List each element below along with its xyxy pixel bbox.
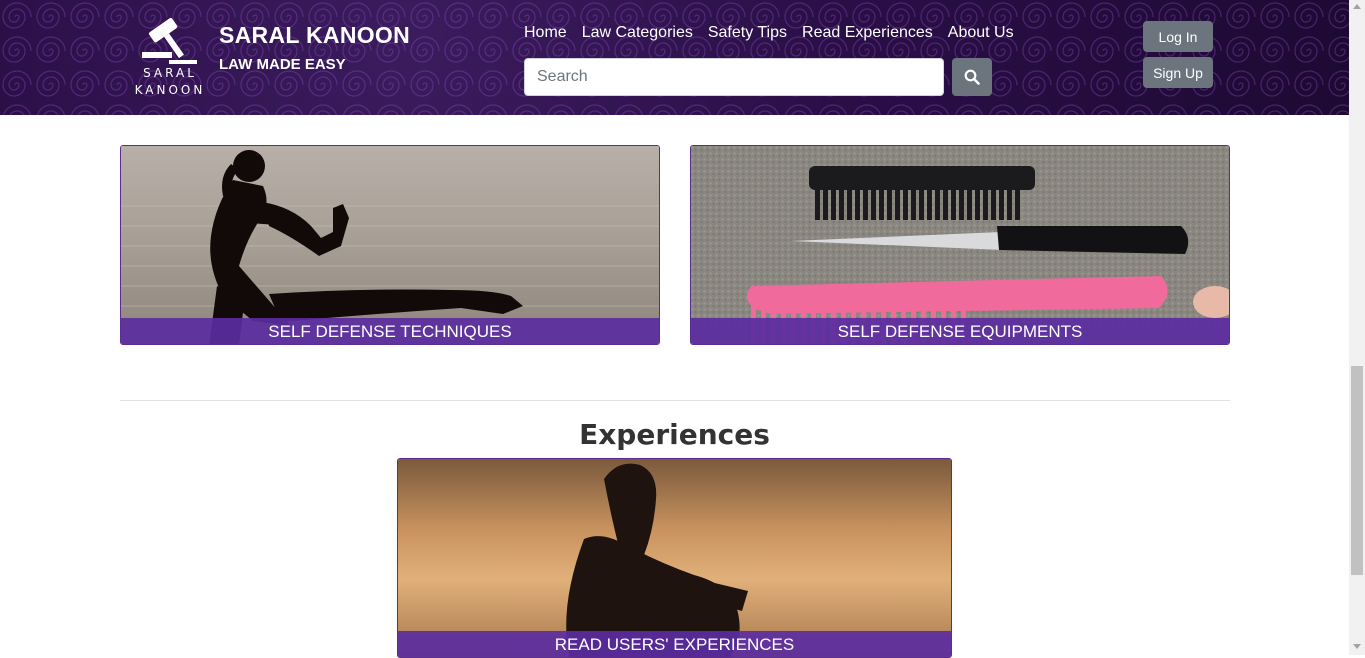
read-experiences-card[interactable]: READ USERS' EXPERIENCES — [397, 458, 952, 658]
scroll-up-arrow-icon[interactable] — [1353, 4, 1361, 9]
self-defense-equipments-card[interactable]: SELF DEFENSE EQUIPMENTS — [690, 145, 1230, 345]
logo-text-saral: SARAL — [143, 66, 197, 80]
comb-knife-image — [691, 146, 1229, 344]
self-defense-techniques-caption: SELF DEFENSE TECHNIQUES — [121, 318, 659, 344]
sad-woman-silhouette-image — [398, 459, 951, 657]
section-divider — [120, 400, 1230, 401]
nav-link-read-experiences[interactable]: Read Experiences — [802, 24, 933, 42]
logo-text-kanoon: KANOON — [134, 83, 206, 97]
experiences-heading: Experiences — [579, 418, 770, 451]
search-input[interactable] — [524, 58, 944, 96]
read-experiences-caption: READ USERS' EXPERIENCES — [398, 631, 951, 657]
search-button[interactable] — [952, 58, 992, 96]
self-defense-techniques-card[interactable]: SELF DEFENSE TECHNIQUES — [120, 145, 660, 345]
kick-silhouette-image — [121, 146, 659, 344]
navbar: SARAL KANOON SARAL KANOON LAW MADE EASY … — [0, 0, 1349, 115]
brand-tagline: LAW MADE EASY — [219, 56, 346, 73]
scroll-down-arrow-icon[interactable] — [1353, 644, 1361, 649]
login-button[interactable]: Log In — [1143, 21, 1213, 52]
scrollbar-thumb[interactable] — [1351, 366, 1363, 575]
main-nav: Home Law Categories Safety Tips Read Exp… — [524, 24, 1014, 42]
brand-title[interactable]: SARAL KANOON — [219, 22, 410, 49]
search-icon — [964, 69, 980, 85]
signup-button[interactable]: Sign Up — [1143, 57, 1213, 88]
nav-link-about-us[interactable]: About Us — [948, 24, 1014, 42]
nav-link-law-categories[interactable]: Law Categories — [582, 24, 693, 42]
nav-link-home[interactable]: Home — [524, 24, 567, 42]
nav-link-safety-tips[interactable]: Safety Tips — [708, 24, 787, 42]
self-defense-equipments-caption: SELF DEFENSE EQUIPMENTS — [691, 318, 1229, 344]
